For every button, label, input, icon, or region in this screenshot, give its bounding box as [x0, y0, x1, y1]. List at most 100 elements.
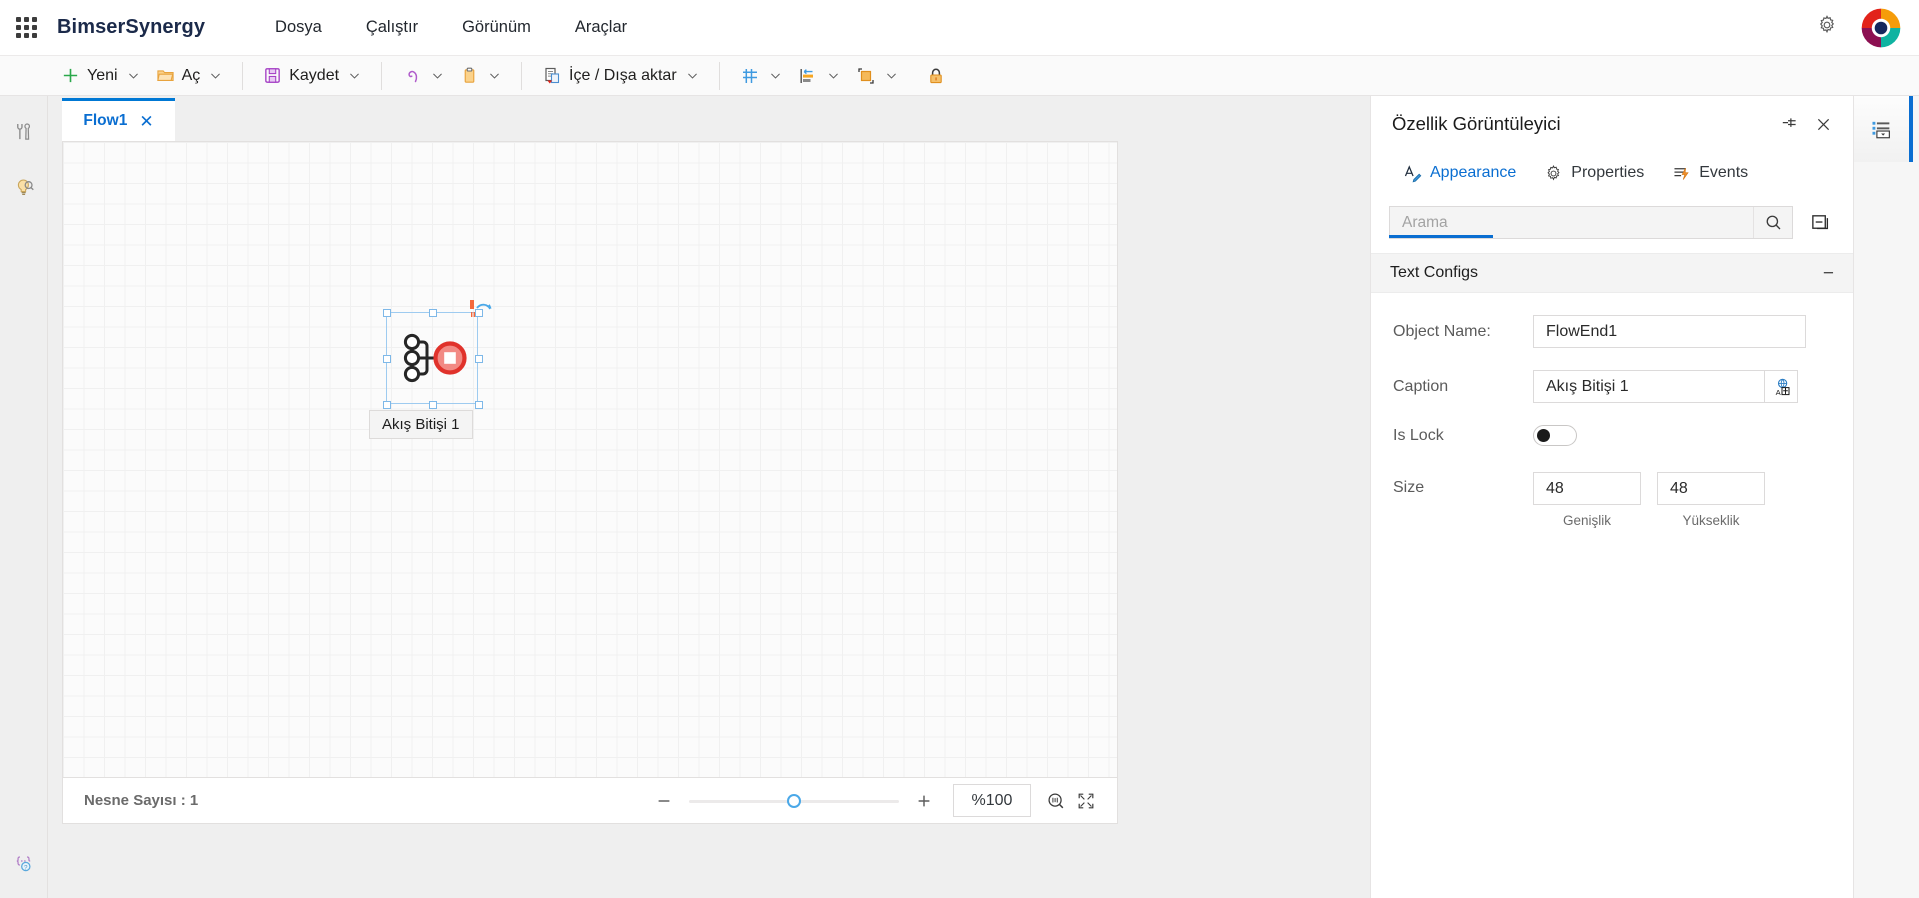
- toolbar-group-file: Yeni Aç: [53, 56, 230, 95]
- tools-wrench-screwdriver-icon: [17, 122, 31, 140]
- field-row-object-name: Object Name:: [1371, 315, 1853, 348]
- caption-input[interactable]: [1533, 370, 1765, 403]
- property-panel-title: Özellik Görüntüleyici: [1392, 113, 1561, 134]
- canvas-grid-background: [63, 142, 1117, 777]
- open-button-label: Aç: [181, 66, 201, 84]
- lock-button[interactable]: [918, 61, 954, 91]
- group-shapes-icon: [857, 67, 874, 84]
- property-viewer-toggle-button[interactable]: [1854, 96, 1913, 162]
- tab-properties-label: Properties: [1571, 164, 1645, 181]
- new-button[interactable]: Yeni: [53, 61, 148, 91]
- zoom-fit-button[interactable]: [1041, 786, 1071, 816]
- sidebar-item-insights[interactable]: [4, 166, 44, 208]
- lightbulb-search-icon: [17, 179, 34, 195]
- zoom-slider-thumb[interactable]: [787, 793, 801, 808]
- folder-open-icon: [156, 70, 174, 81]
- property-panel-header: Özellik Görüntüleyici: [1371, 96, 1853, 152]
- chevron-down-icon: [886, 73, 896, 79]
- appearance-pen-icon: [1404, 164, 1422, 182]
- section-text-configs[interactable]: Text Configs −: [1371, 253, 1853, 293]
- menu-item-dosya[interactable]: Dosya: [253, 12, 344, 43]
- flow-canvas[interactable]: Akış Bitişi 1: [62, 141, 1118, 778]
- translate-icon[interactable]: A: [1765, 370, 1798, 403]
- tab-appearance[interactable]: Appearance: [1389, 152, 1530, 194]
- pin-icon[interactable]: [1779, 115, 1798, 134]
- chevron-down-icon: [433, 73, 442, 79]
- resize-handle-w[interactable]: [383, 355, 391, 363]
- close-icon[interactable]: ✕: [139, 113, 153, 130]
- menu-item-gorunum[interactable]: Görünüm: [440, 12, 553, 43]
- active-tab-underline: [1389, 235, 1493, 238]
- grid-button[interactable]: [732, 61, 790, 91]
- toolbar-group-layout: [732, 56, 954, 95]
- menu-item-calistir[interactable]: Çalıştır: [344, 12, 440, 43]
- tab-events-label: Events: [1699, 164, 1749, 181]
- resize-handle-nw[interactable]: [383, 309, 391, 317]
- object-name-label: Object Name:: [1393, 322, 1491, 340]
- rotate-handle-icon[interactable]: [462, 296, 498, 330]
- size-height-sublabel: Yükseklik: [1682, 513, 1740, 528]
- import-export-button[interactable]: İçe / Dışa aktar: [534, 61, 707, 91]
- zoom-out-button[interactable]: [649, 786, 679, 816]
- tab-properties[interactable]: Properties: [1530, 152, 1658, 194]
- zoom-slider[interactable]: [689, 790, 899, 812]
- group-shapes-button[interactable]: [848, 61, 906, 91]
- undo-button[interactable]: [394, 61, 452, 91]
- section-collapse-toggle[interactable]: −: [1823, 264, 1834, 283]
- properties-list-icon: [1872, 121, 1890, 138]
- zoom-in-button[interactable]: [909, 786, 939, 816]
- document-tab-strip: Flow1 ✕: [48, 96, 1370, 141]
- size-label: Size: [1393, 479, 1425, 496]
- chevron-down-icon: [211, 73, 221, 79]
- resize-handle-sw[interactable]: [383, 401, 391, 409]
- search-input[interactable]: [1390, 207, 1753, 238]
- paste-button[interactable]: [452, 61, 509, 91]
- sidebar-item-toolbox[interactable]: [4, 110, 44, 152]
- field-row-size: Size Genişlik Yükseklik: [1371, 472, 1853, 528]
- fullscreen-button[interactable]: [1071, 786, 1101, 816]
- toolbar-group-save: Kaydet: [255, 56, 369, 95]
- chevron-down-icon: [687, 73, 697, 79]
- gear-icon: [1547, 164, 1560, 180]
- tab-appearance-label: Appearance: [1430, 164, 1517, 181]
- align-button[interactable]: [790, 61, 848, 91]
- node-caption-label: Akış Bitişi 1: [369, 410, 473, 439]
- top-bar-actions: [1816, 7, 1919, 49]
- collapse-all-icon[interactable]: [1807, 210, 1833, 236]
- toolbar-group-edit: [394, 56, 509, 95]
- is-lock-toggle[interactable]: [1533, 425, 1577, 446]
- save-button[interactable]: Kaydet: [255, 61, 369, 91]
- svg-text:A: A: [1776, 388, 1782, 397]
- close-icon[interactable]: [1814, 115, 1833, 134]
- size-width-input[interactable]: [1533, 472, 1641, 505]
- app-grid-icon[interactable]: [13, 15, 39, 41]
- chevron-down-icon: [828, 73, 838, 79]
- events-lightning-icon: [1674, 167, 1689, 180]
- object-count-label: Nesne Sayısı : 1: [84, 792, 199, 809]
- tab-flow1[interactable]: Flow1 ✕: [62, 98, 175, 141]
- import-export-label: İçe / Dışa aktar: [569, 66, 677, 84]
- resize-handle-e[interactable]: [475, 355, 483, 363]
- resize-handle-s[interactable]: [429, 401, 437, 409]
- gear-icon[interactable]: [1816, 14, 1838, 41]
- sidebar-item-script-help[interactable]: ?: [4, 842, 44, 884]
- resize-handle-n[interactable]: [429, 309, 437, 317]
- zoom-value-input[interactable]: %100: [953, 784, 1031, 817]
- size-width-group: Genişlik: [1533, 472, 1641, 528]
- menu-item-araclar[interactable]: Araçlar: [553, 12, 649, 43]
- resize-handle-se[interactable]: [475, 401, 483, 409]
- canvas-status-bar: Nesne Sayısı : 1 %100: [62, 778, 1118, 824]
- is-lock-toggle-knob: [1537, 429, 1550, 442]
- search-icon[interactable]: [1753, 207, 1792, 238]
- size-height-input[interactable]: [1657, 472, 1765, 505]
- workspace: Flow1 ✕ Akış Bitişi 1 Nesne Sayısı: 1 %…: [48, 96, 1370, 898]
- left-tool-rail: ?: [0, 96, 48, 898]
- toolbar-separator: [718, 61, 720, 90]
- tab-flow1-label: Flow1: [83, 112, 128, 129]
- right-tool-rail: [1853, 96, 1919, 898]
- user-avatar[interactable]: [1860, 7, 1902, 49]
- open-button[interactable]: Aç: [148, 61, 231, 91]
- size-height-group: Yükseklik: [1657, 472, 1765, 528]
- tab-events[interactable]: Events: [1658, 152, 1762, 194]
- object-name-input[interactable]: [1533, 315, 1806, 348]
